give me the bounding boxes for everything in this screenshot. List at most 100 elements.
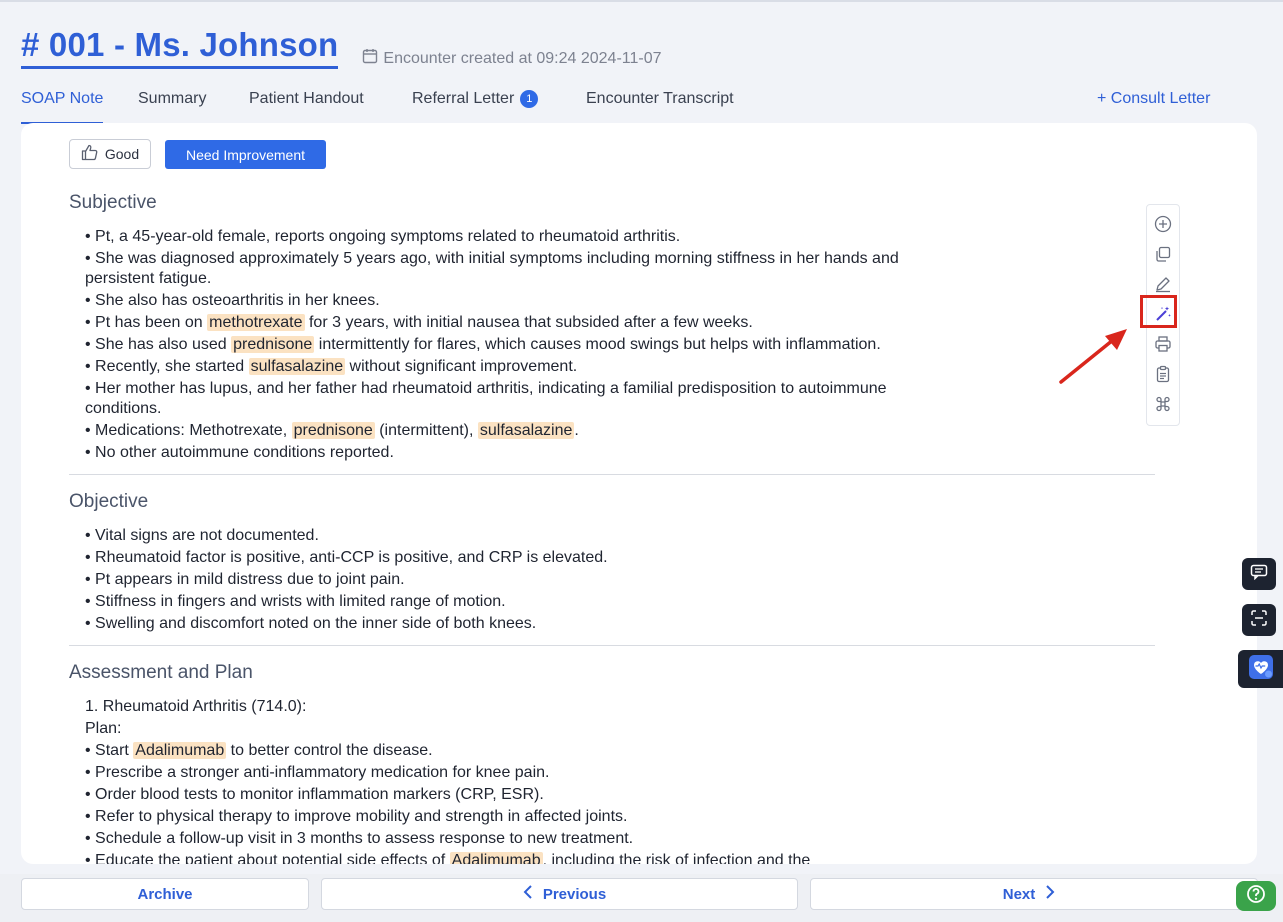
item-text: Plan:	[85, 720, 122, 737]
medication-highlight[interactable]: prednisone	[231, 336, 315, 353]
item-text: • Prescribe a stronger anti-inflammatory…	[85, 764, 550, 781]
list-item[interactable]: • She has also used prednisone intermitt…	[85, 335, 921, 355]
tab-summary[interactable]: Summary	[138, 86, 206, 122]
section-heading: Objective	[69, 491, 149, 512]
list-item[interactable]: • Pt, a 45-year-old female, reports ongo…	[85, 227, 921, 247]
thumbs-up-icon	[81, 144, 105, 164]
list-item[interactable]: • No other autoimmune conditions reporte…	[85, 443, 921, 463]
tab-encounter-transcript[interactable]: Encounter Transcript	[586, 86, 734, 122]
list-item[interactable]: • Swelling and discomfort noted on the i…	[85, 614, 921, 634]
help-icon	[1246, 884, 1266, 909]
chevron-right-icon	[1035, 884, 1065, 904]
health-monitor-button[interactable]	[1238, 650, 1283, 688]
header: # 001 - Ms. Johnson Encounter created at…	[21, 26, 662, 69]
add-circle-icon[interactable]	[1153, 214, 1173, 234]
medication-highlight[interactable]: sulfasalazine	[248, 358, 346, 375]
print-icon[interactable]	[1153, 334, 1173, 354]
calendar-icon	[362, 48, 383, 69]
section-item-list: 1. Rheumatoid Arthritis (714.0): Plan: • S…	[69, 697, 1155, 864]
item-text: • Pt has been on	[85, 314, 208, 331]
command-icon[interactable]	[1153, 394, 1173, 414]
list-item[interactable]: • Start Adalimumab to better control the…	[85, 741, 921, 761]
list-item[interactable]: • Order blood tests to monitor inflammat…	[85, 785, 921, 805]
item-text: • Vital signs are not documented.	[85, 527, 319, 544]
consult-letter-button[interactable]: + Consult Letter	[1097, 86, 1210, 112]
list-item[interactable]: • Pt has been on methotrexate for 3 year…	[85, 313, 921, 333]
item-text: • She has also used	[85, 336, 232, 353]
help-button[interactable]	[1236, 881, 1276, 911]
list-item[interactable]: • Schedule a follow-up visit in 3 months…	[85, 829, 921, 849]
item-text: , including the risk of infection and th…	[542, 852, 811, 864]
heart-monitor-icon	[1248, 654, 1274, 685]
item-text: • She also has osteoarthritis in her kne…	[85, 292, 380, 309]
page-title[interactable]: # 001 - Ms. Johnson	[21, 26, 339, 69]
chat-icon	[1250, 564, 1268, 585]
archive-label: Archive	[137, 885, 193, 903]
next-button[interactable]: Next	[810, 878, 1258, 910]
medication-highlight[interactable]: Adalimumab	[449, 852, 543, 864]
item-text: • Recently, she started	[85, 358, 249, 375]
medication-highlight[interactable]: methotrexate	[207, 314, 305, 331]
clipboard-icon[interactable]	[1153, 364, 1173, 384]
section-item-list: • Pt, a 45-year-old female, reports ongo…	[69, 227, 1155, 463]
medication-highlight[interactable]: prednisone	[291, 422, 375, 439]
list-item[interactable]: • Refer to physical therapy to improve m…	[85, 807, 921, 827]
chat-button[interactable]	[1242, 558, 1276, 590]
list-item[interactable]: • Her mother has lupus, and her father h…	[85, 379, 921, 419]
item-text: • Rheumatoid factor is positive, anti-CC…	[85, 549, 608, 566]
item-text: 1. Rheumatoid Arthritis (714.0):	[85, 698, 307, 715]
item-text: • Educate the patient about potential si…	[85, 852, 450, 864]
list-item[interactable]: • She was diagnosed approximately 5 year…	[85, 249, 921, 289]
previous-label: Previous	[542, 885, 607, 903]
list-item[interactable]: • Educate the patient about potential si…	[85, 851, 921, 864]
tab-label: Encounter Transcript	[586, 90, 734, 107]
good-label: Good	[104, 146, 140, 162]
list-item[interactable]: 1. Rheumatoid Arthritis (714.0):	[85, 697, 921, 717]
item-text: • Medications: Methotrexate,	[85, 422, 292, 439]
chevron-left-icon	[513, 884, 543, 904]
item-text: • She was diagnosed approximately 5 year…	[85, 250, 899, 287]
need-improvement-button[interactable]: Need Improvement	[165, 140, 326, 169]
scan-button[interactable]	[1242, 604, 1276, 636]
previous-button[interactable]: Previous	[321, 878, 798, 910]
item-text: • No other autoimmune conditions reporte…	[85, 444, 394, 461]
list-item[interactable]: • Medications: Methotrexate, prednisone …	[85, 421, 921, 441]
item-text: • Her mother has lupus, and her father h…	[85, 380, 887, 417]
encounter-meta: Encounter created at 09:24 2024-11-07	[362, 48, 662, 69]
list-item[interactable]: Plan:	[85, 719, 921, 739]
list-item[interactable]: • Prescribe a stronger anti-inflammatory…	[85, 763, 921, 783]
list-item[interactable]: • Stiffness in fingers and wrists with l…	[85, 592, 921, 612]
medication-highlight[interactable]: Adalimumab	[133, 742, 227, 759]
item-text: without significant improvement.	[345, 358, 578, 375]
list-item[interactable]: • Pt appears in mild distress due to joi…	[85, 570, 921, 590]
item-text: • Schedule a follow-up visit in 3 months…	[85, 830, 634, 847]
bottom-action-bar: Archive Previous Next	[0, 874, 1283, 922]
soap-note-card: Good Need Improvement Subjective • Pt, a …	[21, 123, 1257, 864]
tab-label: Referral Letter	[412, 90, 515, 107]
tab-referral-letter[interactable]: Referral Letter 1	[412, 86, 539, 122]
good-feedback-button[interactable]: Good	[69, 139, 151, 169]
section-heading: Assessment and Plan	[69, 662, 253, 683]
archive-button[interactable]: Archive	[21, 878, 309, 910]
copy-icon[interactable]	[1153, 244, 1173, 264]
tab-label: Summary	[138, 90, 207, 107]
tab-soap-note[interactable]: SOAP Note	[21, 86, 104, 124]
item-text: • Pt appears in mild distress due to joi…	[85, 571, 405, 588]
tab-bar: SOAP Note Summary Patient Handout Referr…	[21, 86, 1283, 124]
list-item[interactable]: • She also has osteoarthritis in her kne…	[85, 291, 921, 311]
soap-section-subjective: Subjective • Pt, a 45-year-old female, re…	[69, 191, 1155, 475]
annotation-arrow	[1059, 329, 1127, 384]
item-text: (intermittent),	[374, 422, 478, 439]
list-item[interactable]: • Vital signs are not documented.	[85, 526, 921, 546]
referral-count-badge: 1	[520, 90, 539, 108]
medication-highlight[interactable]: sulfasalazine	[477, 422, 575, 439]
magic-wand-highlight-box	[1140, 295, 1177, 328]
edit-icon[interactable]	[1153, 274, 1173, 294]
list-item[interactable]: • Rheumatoid factor is positive, anti-CC…	[85, 548, 921, 568]
item-text: for 3 years, with initial nausea that su…	[304, 314, 753, 331]
list-item[interactable]: • Recently, she started sulfasalazine wi…	[85, 357, 921, 377]
tab-patient-handout[interactable]: Patient Handout	[249, 86, 364, 122]
section-heading: Subjective	[69, 192, 157, 213]
section-item-list: • Vital signs are not documented. • Rheum…	[69, 526, 1155, 634]
tab-label: SOAP Note	[21, 90, 104, 107]
